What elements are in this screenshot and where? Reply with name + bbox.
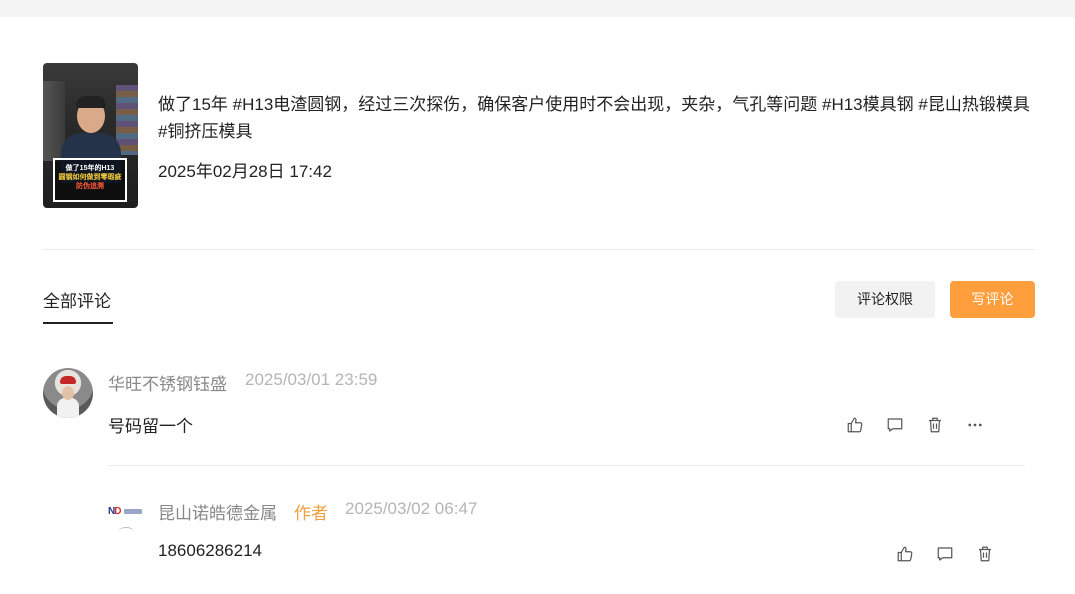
reply-text: 18606286214 <box>158 541 263 560</box>
tab-active-indicator <box>43 322 113 324</box>
top-bar <box>0 0 1075 17</box>
section-divider <box>43 249 1035 250</box>
comment-timestamp: 2025/03/01 23:59 <box>245 370 378 389</box>
reply-timestamp: 2025/03/02 06:47 <box>345 499 478 518</box>
thumbnail-caption-line3: 防伪追溯 <box>76 183 104 190</box>
post-video-thumbnail[interactable]: 做了15年的H13 圆钢如何做到零瑕疵 防伪追溯 <box>43 63 138 208</box>
thumbnail-caption-line1: 做了15年的H13 <box>65 165 115 172</box>
post-header: 做了15年的H13 圆钢如何做到零瑕疵 防伪追溯 做了15年 #H13电渣圆钢，… <box>43 63 1035 209</box>
thumbs-up-icon[interactable] <box>845 415 865 435</box>
avatar-figure-shirt <box>57 398 79 418</box>
trash-icon[interactable] <box>975 544 995 564</box>
thumbs-up-icon[interactable] <box>895 544 915 564</box>
post-timestamp: 2025年02月28日 17:42 <box>158 162 332 181</box>
trash-icon[interactable] <box>925 415 945 435</box>
reply-divider <box>108 465 1025 466</box>
logo-text-mark <box>124 509 142 514</box>
avatar[interactable] <box>43 368 93 418</box>
more-icon[interactable] <box>965 415 985 435</box>
avatar-figure-face <box>62 386 74 400</box>
company-logo-icon: ND <box>108 506 122 517</box>
comment-username[interactable]: 华旺不锈钢钰盛 <box>108 370 227 395</box>
logo-arc <box>118 527 134 531</box>
comment-permission-button[interactable]: 评论权限 <box>835 281 935 318</box>
comment-icon[interactable] <box>935 544 955 564</box>
post-description: 做了15年 #H13电渣圆钢，经过三次探伤，确保客户使用时不会出现，夹杂，气孔等… <box>158 95 1030 141</box>
tab-all-comments[interactable]: 全部评论 <box>43 287 111 312</box>
thumbnail-caption-line2: 圆钢如何做到零瑕疵 <box>58 174 122 181</box>
comment-text: 号码留一个 <box>108 417 193 436</box>
thumbnail-person-hair <box>76 96 106 108</box>
thumbnail-caption: 做了15年的H13 圆钢如何做到零瑕疵 防伪追溯 <box>53 158 127 202</box>
comment-icon[interactable] <box>885 415 905 435</box>
avatar-figure-cap <box>60 376 76 384</box>
write-comment-button[interactable]: 写评论 <box>950 281 1035 318</box>
author-badge: 作者 <box>294 504 328 523</box>
avatar[interactable]: ND <box>108 497 144 531</box>
reply-username[interactable]: 昆山诺皓德金属 <box>158 499 277 524</box>
